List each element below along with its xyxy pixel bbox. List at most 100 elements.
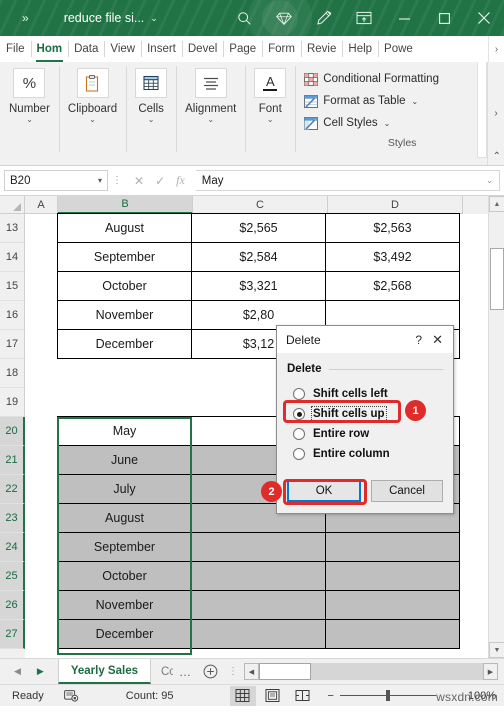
cell-D26[interactable] (325, 590, 460, 620)
cell-C25[interactable] (191, 561, 326, 591)
close-icon[interactable] (464, 0, 504, 36)
scroll-left-button[interactable]: ◀ (244, 663, 259, 680)
row-header-27[interactable]: 27 (0, 620, 25, 649)
font-a-icon[interactable]: A (254, 68, 287, 98)
ribbon-tab-insert[interactable]: Insert (141, 36, 182, 62)
sheet-tab-hidden[interactable]: Co (151, 659, 173, 684)
cell-D25[interactable] (325, 561, 460, 591)
insert-function-icon[interactable]: fx (176, 173, 185, 188)
vertical-scrollbar[interactable]: ▲ ▼ (488, 196, 504, 658)
cell-A23[interactable] (25, 504, 58, 533)
ribbon-group-alignment[interactable]: Alignment ⌄ (176, 62, 245, 165)
ribbon-display-icon[interactable] (344, 0, 384, 36)
chevron-down-icon[interactable]: ⌄ (89, 116, 96, 124)
cell-styles-button[interactable]: Cell Styles ⌄ (304, 112, 390, 134)
cell-B23[interactable]: August (57, 503, 192, 533)
name-box[interactable]: B20 ▾ (4, 170, 108, 191)
column-header-D[interactable]: D (328, 196, 463, 214)
add-sheet-icon[interactable] (198, 659, 222, 684)
chevron-down-icon[interactable]: ⌄ (26, 116, 33, 124)
cell-A22[interactable] (25, 475, 58, 504)
cell-C14[interactable]: $2,584 (191, 242, 326, 272)
page-layout-icon[interactable] (260, 686, 286, 706)
document-title[interactable]: reduce file si... ⌄ (64, 11, 158, 25)
cell-C13[interactable]: $2,565 (191, 213, 326, 243)
cell-B22[interactable]: July (57, 474, 192, 504)
scroll-up-button[interactable]: ▲ (489, 196, 504, 212)
ok-button[interactable]: OK (287, 480, 361, 502)
zoom-thumb[interactable] (385, 690, 390, 701)
ribbon-tab-hom[interactable]: Hom (30, 36, 69, 62)
ribbon-group-cells[interactable]: Cells ⌄ (126, 62, 176, 165)
cell-B24[interactable]: September (57, 532, 192, 562)
ribbon-tab-devel[interactable]: Devel (181, 36, 223, 62)
cancel-button[interactable]: Cancel (371, 480, 443, 502)
ribbon-group-font[interactable]: A Font ⌄ (245, 62, 295, 165)
radio-button[interactable] (293, 428, 305, 440)
column-header-B[interactable]: B (58, 196, 193, 214)
cell-B20[interactable]: May (57, 416, 192, 446)
column-header-C[interactable]: C (193, 196, 328, 214)
cell-B27[interactable]: December (57, 619, 192, 649)
cell-A26[interactable] (25, 591, 58, 620)
chevron-down-icon[interactable]: ▾ (98, 176, 102, 185)
cell-A25[interactable] (25, 562, 58, 591)
conditional-formatting-button[interactable]: Conditional Formatting (304, 68, 439, 90)
sheet-split-handle[interactable]: ⋮ (222, 659, 244, 684)
zoom-slider[interactable]: − + (328, 690, 449, 702)
radio-button[interactable] (293, 408, 305, 420)
format-as-table-button[interactable]: Format as Table ⌄ (304, 90, 418, 112)
row-header-21[interactable]: 21 (0, 446, 25, 475)
cell-A16[interactable] (25, 301, 58, 330)
ribbon-tab-form[interactable]: Form (262, 36, 301, 62)
next-sheet-icon[interactable]: ▶ (37, 666, 44, 677)
diamond-icon[interactable] (264, 0, 304, 36)
cell-A13[interactable] (25, 214, 58, 243)
cell-A20[interactable] (25, 417, 58, 446)
select-all-corner[interactable] (0, 196, 25, 214)
percent-icon[interactable]: % (13, 68, 46, 98)
horizontal-scrollbar[interactable]: ◀ ▶ (244, 663, 498, 680)
row-header-13[interactable]: 13 (0, 214, 25, 243)
quick-access-overflow-icon[interactable]: » (22, 11, 29, 25)
maximize-icon[interactable] (424, 0, 464, 36)
clipboard-icon[interactable] (76, 68, 109, 98)
record-macro-icon[interactable] (44, 689, 80, 702)
ribbon-tab-revie[interactable]: Revie (300, 36, 342, 62)
cell-B15[interactable]: October (57, 271, 192, 301)
ribbon-tab-page[interactable]: Page (223, 36, 262, 62)
cell-B19[interactable] (58, 388, 193, 417)
sheet-overflow-icon[interactable]: … (173, 659, 198, 684)
zoom-out-button[interactable]: − (328, 690, 334, 702)
row-header-14[interactable]: 14 (0, 243, 25, 272)
vertical-scroll-thumb[interactable] (490, 248, 504, 310)
row-header-26[interactable]: 26 (0, 591, 25, 620)
scroll-right-button[interactable]: ▶ (483, 663, 498, 680)
cell-D24[interactable] (325, 532, 460, 562)
ribbon-tab-view[interactable]: View (104, 36, 141, 62)
cells-table-icon[interactable] (135, 68, 168, 98)
cell-D15[interactable]: $2,568 (325, 271, 460, 301)
zoom-track[interactable] (339, 690, 436, 701)
cell-D27[interactable] (325, 619, 460, 649)
ribbon-tab-powe[interactable]: Powe (378, 36, 419, 62)
cell-A15[interactable] (25, 272, 58, 301)
previous-sheet-icon[interactable]: ◀ (14, 666, 21, 677)
ribbon-group-number[interactable]: % Number ⌄ (0, 62, 59, 165)
row-header-17[interactable]: 17 (0, 330, 25, 359)
minimize-icon[interactable] (384, 0, 424, 36)
row-header-23[interactable]: 23 (0, 504, 25, 533)
cell-D14[interactable]: $3,492 (325, 242, 460, 272)
cell-C24[interactable] (191, 532, 326, 562)
cell-D13[interactable]: $2,563 (325, 213, 460, 243)
column-header-A[interactable]: A (25, 196, 58, 214)
chevron-down-icon[interactable]: ⌄ (267, 116, 274, 124)
cell-A19[interactable] (25, 388, 58, 417)
radio-button[interactable] (293, 448, 305, 460)
row-header-15[interactable]: 15 (0, 272, 25, 301)
cell-C15[interactable]: $3,321 (191, 271, 326, 301)
expand-formula-bar-icon[interactable]: ⌄ (486, 176, 493, 185)
cell-A24[interactable] (25, 533, 58, 562)
chevron-down-icon[interactable]: ⌄ (384, 119, 391, 128)
row-header-25[interactable]: 25 (0, 562, 25, 591)
